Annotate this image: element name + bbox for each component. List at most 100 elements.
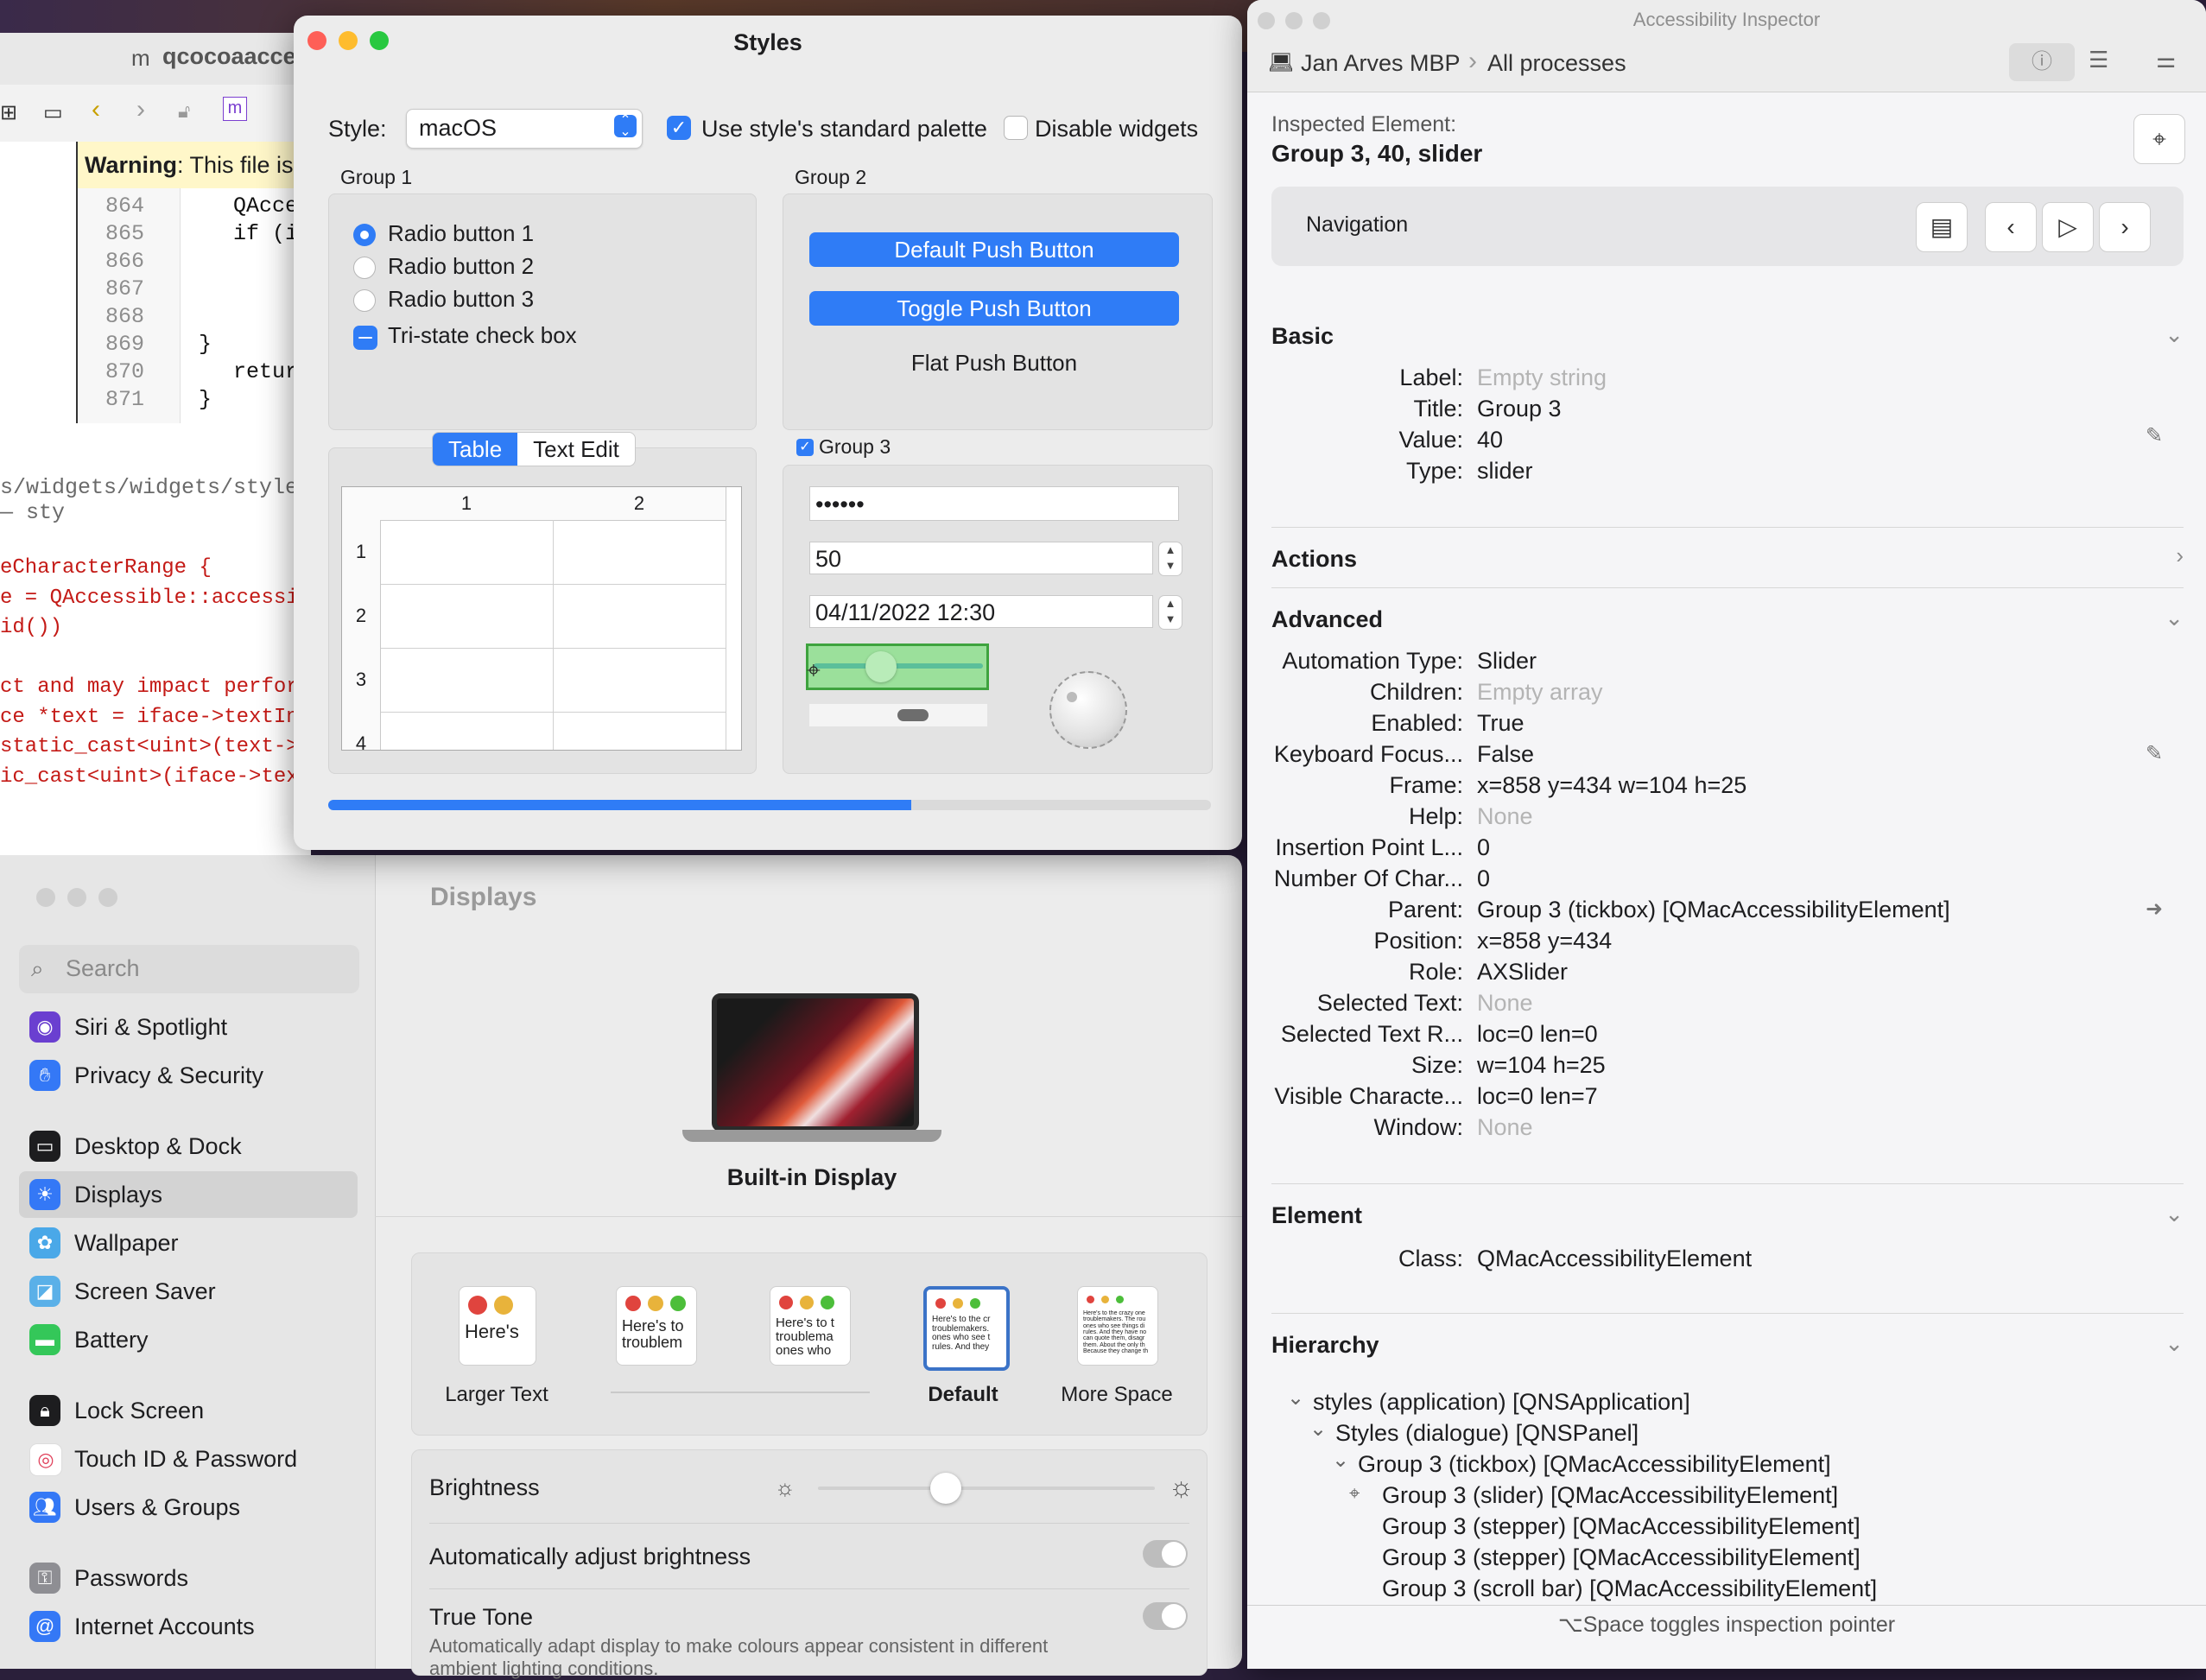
row-header[interactable]: 2 — [342, 584, 381, 649]
datetime-stepper[interactable]: ▲ ▼ — [1158, 595, 1182, 630]
hierarchy-node[interactable]: Group 3 (scroll bar) [QMacAccessibilityE… — [1382, 1575, 1877, 1602]
hierarchy-node[interactable]: Group 3 (stepper) [QMacAccessibilityElem… — [1382, 1513, 1861, 1540]
sidebar-item[interactable]: ▭ Desktop & Dock — [19, 1123, 358, 1170]
sidebar-item[interactable]: @ Internet Accounts — [19, 1603, 358, 1650]
chevron-down-icon[interactable]: ⌄ — [2165, 1330, 2184, 1357]
radio-button-2[interactable] — [353, 257, 376, 279]
lock-icon[interactable]: 🔓︎ — [178, 100, 190, 123]
speech-bubble-icon[interactable]: ▤ — [1916, 202, 1968, 252]
sidebar-item[interactable]: ⚿ Passwords — [19, 1555, 358, 1601]
chevron-right-icon[interactable]: › — [2176, 542, 2184, 569]
sidebar-item[interactable]: ◎ Touch ID & Password — [19, 1436, 358, 1482]
dial[interactable] — [1049, 671, 1127, 749]
hierarchy-node[interactable]: Styles (dialogue) [QNSPanel] — [1335, 1420, 1639, 1447]
hierarchy-node[interactable]: styles (application) [QNSApplication] — [1313, 1389, 1690, 1416]
column-header-2[interactable]: 2 — [553, 487, 726, 521]
slider-track[interactable] — [814, 663, 983, 669]
table-cell[interactable] — [380, 584, 554, 649]
password-field[interactable]: •••••• — [809, 486, 1179, 521]
edit-icon[interactable]: ✎ — [2146, 741, 2163, 766]
editor-options-icon[interactable]: ⊞ — [0, 100, 17, 125]
table-cell[interactable] — [380, 648, 554, 713]
tab-table[interactable]: Table — [433, 433, 518, 466]
resolution-option[interactable]: Here's to the crazy one troublemakers. T… — [1077, 1286, 1158, 1366]
previous-element-icon[interactable]: ‹ — [1985, 202, 2037, 252]
element-section-title[interactable]: Element — [1271, 1202, 1362, 1229]
row-header[interactable]: 4 — [342, 712, 381, 750]
hierarchy-node[interactable]: Group 3 (tickbox) [QMacAccessibilityElem… — [1358, 1451, 1831, 1478]
style-popup[interactable]: macOS ⌃ ⌄ — [406, 109, 643, 149]
palette-checkbox[interactable]: ✓ — [667, 116, 691, 140]
inspection-pointer-icon[interactable]: ⌖ — [2133, 114, 2185, 164]
table-cell[interactable] — [553, 648, 726, 713]
scroll-bar-thumb[interactable] — [897, 709, 929, 721]
edit-icon[interactable]: ✎ — [2146, 423, 2163, 448]
zoom-button[interactable] — [98, 888, 117, 907]
resolution-option[interactable]: Here's to the cr troublemakers. ones who… — [923, 1286, 1010, 1371]
target-device[interactable]: Jan Arves MBP — [1301, 50, 1461, 77]
sidebar-item[interactable]: ◉ Siri & Spotlight — [19, 1004, 358, 1050]
disclosure-chevron-icon[interactable]: ⌄ — [1332, 1448, 1349, 1473]
brightness-slider-knob[interactable] — [930, 1473, 962, 1504]
disclosure-chevron-icon[interactable]: ⌄ — [1309, 1417, 1327, 1442]
search-input[interactable]: ⌕ Search — [19, 945, 359, 993]
table-cell[interactable] — [553, 712, 726, 750]
advanced-section-title[interactable]: Advanced — [1271, 606, 1383, 633]
tab-text-edit[interactable]: Text Edit — [517, 433, 635, 466]
chevron-down-icon[interactable]: ⌄ — [2165, 1201, 2184, 1227]
column-header-1[interactable]: 1 — [380, 487, 554, 521]
hierarchy-node[interactable]: Group 3 (slider) [QMacAccessibilityEleme… — [1382, 1482, 1838, 1509]
settings-sliders-icon[interactable]: ⚌ — [2156, 47, 2176, 73]
table-cell[interactable] — [380, 520, 554, 585]
forward-icon[interactable]: › — [136, 95, 145, 124]
hierarchy-node[interactable]: Group 3 (stepper) [QMacAccessibilityElem… — [1382, 1544, 1861, 1571]
auto-brightness-toggle[interactable] — [1143, 1540, 1188, 1568]
close-button[interactable] — [36, 888, 55, 907]
chevron-down-icon[interactable]: ⌄ — [2165, 321, 2184, 348]
disable-widgets-checkbox[interactable] — [1004, 116, 1028, 140]
chevron-down-icon[interactable]: ⌄ — [2165, 605, 2184, 631]
resolution-option[interactable]: Here's — [459, 1286, 536, 1366]
next-element-icon[interactable]: › — [2099, 202, 2151, 252]
datetime-field[interactable]: 04/11/2022 12:30 — [809, 595, 1153, 628]
default-push-button[interactable]: Default Push Button — [809, 232, 1179, 267]
sidebar-item[interactable]: 👥︎ Users & Groups — [19, 1484, 358, 1531]
spinbox-stepper[interactable]: ▲ ▼ — [1158, 542, 1182, 576]
sidebar-item[interactable]: ✿ Wallpaper — [19, 1220, 358, 1266]
tristate-checkbox[interactable]: – — [353, 324, 377, 350]
resolution-option[interactable]: Here's to troublem — [616, 1286, 697, 1366]
go-to-parent-icon[interactable]: ➜ — [2146, 897, 2163, 922]
audit-icon[interactable]: ☰ — [2089, 47, 2108, 73]
sidebar-item[interactable]: 🔒︎ Lock Screen — [19, 1387, 358, 1434]
sidebar-item[interactable]: ✋︎ Privacy & Security — [19, 1052, 358, 1099]
toggle-push-button[interactable]: Toggle Push Button — [809, 291, 1179, 326]
related-items-icon[interactable]: ▭ — [43, 100, 63, 125]
basic-section-title[interactable]: Basic — [1271, 323, 1334, 350]
target-process[interactable]: All processes — [1487, 50, 1626, 77]
table[interactable]: 1 2 1234 — [341, 486, 742, 751]
group3-checkbox[interactable]: ✓ — [796, 439, 814, 456]
table-cell[interactable] — [553, 520, 726, 585]
flat-push-button[interactable]: Flat Push Button — [809, 350, 1179, 377]
true-tone-toggle[interactable] — [1143, 1602, 1188, 1630]
radio-button-3[interactable] — [353, 289, 376, 312]
sidebar-item[interactable]: ☀︎ Displays — [19, 1171, 358, 1218]
sidebar-item[interactable]: ▬ Battery — [19, 1316, 358, 1363]
back-icon[interactable]: ‹ — [92, 95, 100, 124]
play-icon[interactable]: ▷ — [2042, 202, 2094, 252]
hierarchy-section-title[interactable]: Hierarchy — [1271, 1332, 1379, 1359]
row-header[interactable]: 3 — [342, 648, 381, 713]
table-cell[interactable] — [553, 584, 726, 649]
minimize-button[interactable] — [67, 888, 86, 907]
disclosure-chevron-icon[interactable]: ⌄ — [1287, 1385, 1304, 1411]
row-header[interactable]: 1 — [342, 520, 381, 585]
radio-button-1[interactable] — [353, 224, 376, 246]
actions-section-title[interactable]: Actions — [1271, 546, 1357, 573]
spinbox-field[interactable]: 50 — [809, 542, 1153, 574]
brightness-slider-track[interactable] — [818, 1487, 1155, 1490]
resolution-option[interactable]: Here's to t troublema ones who — [770, 1286, 851, 1366]
sidebar-item[interactable]: ◪ Screen Saver — [19, 1268, 358, 1315]
table-cell[interactable] — [380, 712, 554, 750]
scroll-bar[interactable] — [809, 704, 987, 726]
slider-knob[interactable] — [865, 651, 897, 682]
